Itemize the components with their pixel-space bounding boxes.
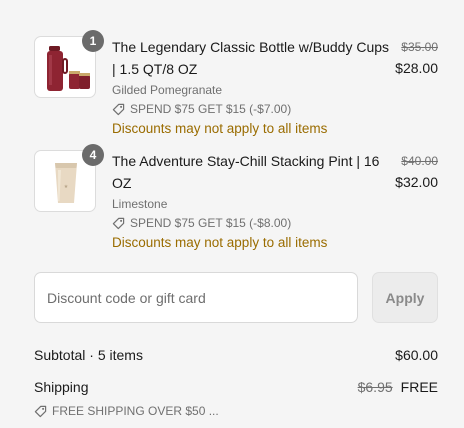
discount-warning: Discounts may not apply to all items — [112, 121, 328, 136]
tag-icon — [34, 405, 47, 417]
item-info: The Adventure Stay-Chill Stacking Pint |… — [112, 150, 392, 252]
product-title: The Adventure Stay-Chill Stacking Pint |… — [112, 153, 380, 191]
quantity-badge: 4 — [82, 144, 104, 166]
original-price: $35.00 — [401, 40, 438, 54]
shipping-discount: FREE SHIPPING OVER $50 ... — [34, 402, 219, 420]
item-prices: $35.00 $28.00 — [395, 39, 438, 78]
quantity-badge: 1 — [82, 30, 104, 52]
apply-button[interactable]: Apply — [372, 272, 438, 323]
item-prices: $40.00 $32.00 — [395, 153, 438, 192]
sale-price: $32.00 — [395, 174, 438, 190]
shipping-original-price: $6.95 — [357, 379, 393, 395]
discount-applied: SPEND $75 GET $15 (-$8.00) — [112, 215, 392, 231]
discount-code-form: Apply — [34, 272, 438, 323]
discount-applied: SPEND $75 GET $15 (-$7.00) — [112, 101, 392, 117]
discount-warning: Discounts may not apply to all items — [112, 235, 328, 250]
subtotal-label: Subtotal · 5 items — [34, 347, 143, 363]
item-info: The Legendary Classic Bottle w/Buddy Cup… — [112, 36, 392, 138]
shipping-discount-text: FREE SHIPPING OVER $50 ... — [52, 404, 219, 418]
discount-text: SPEND $75 GET $15 (-$8.00) — [130, 216, 292, 230]
discount-text: SPEND $75 GET $15 (-$7.00) — [130, 102, 292, 116]
shipping-value-group: $6.95 FREE — [358, 377, 438, 397]
product-variant: Limestone — [112, 197, 168, 211]
tag-icon — [112, 103, 125, 115]
subtotal-value: $60.00 — [395, 347, 438, 363]
shipping-label: Shipping — [34, 379, 89, 395]
sale-price: $28.00 — [395, 60, 438, 76]
product-variant: Gilded Pomegranate — [112, 83, 223, 97]
tag-icon — [112, 217, 125, 229]
svg-text:★: ★ — [64, 184, 69, 190]
original-price: $40.00 — [401, 154, 438, 168]
product-title: The Legendary Classic Bottle w/Buddy Cup… — [112, 39, 390, 77]
shipping-price: FREE — [400, 379, 438, 395]
discount-code-input[interactable] — [34, 272, 358, 323]
